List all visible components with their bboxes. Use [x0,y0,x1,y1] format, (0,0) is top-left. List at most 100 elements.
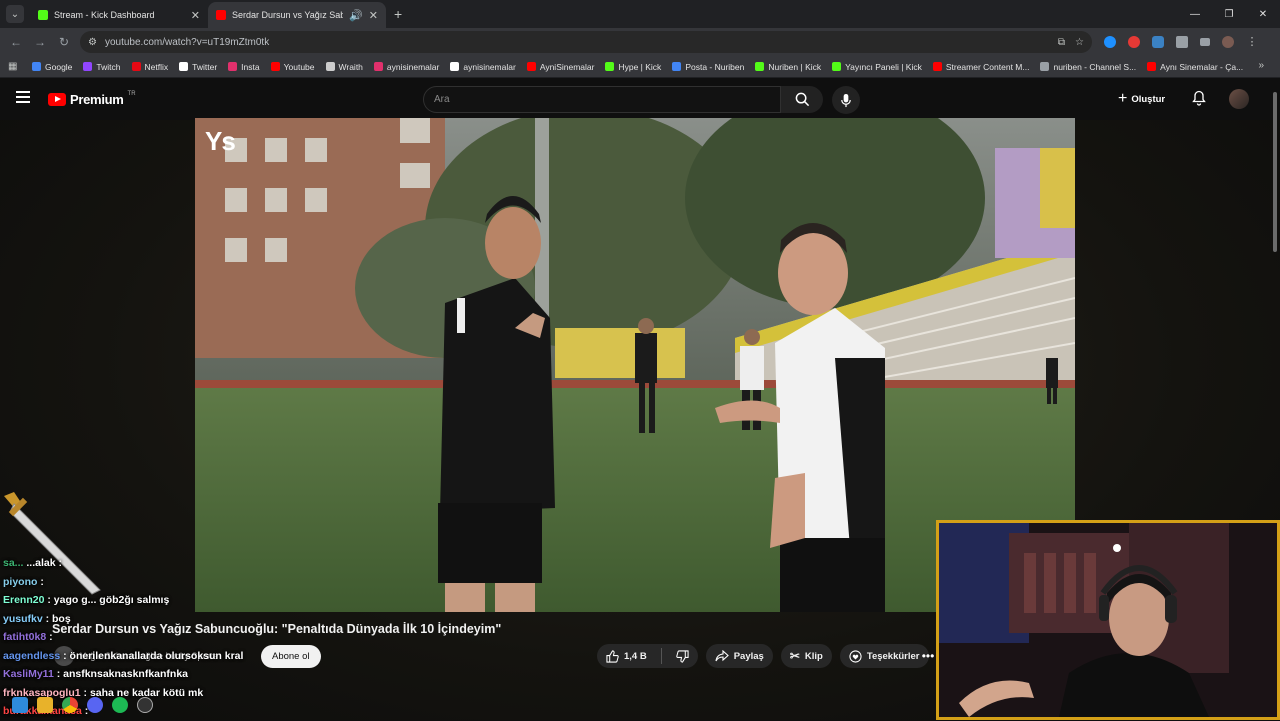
notifications-button[interactable] [1192,90,1206,111]
voice-search-button[interactable] [832,86,860,114]
bookmark-label: Google [45,61,73,72]
forward-button[interactable]: → [28,35,52,49]
bookmark-item[interactable]: Nuriben | Kick [755,62,821,72]
window-controls: — ❐ ✕ [1178,0,1280,28]
bookmark-item[interactable]: aynisinemalar [373,62,439,72]
like-button[interactable]: 1,4 B [597,644,656,668]
microphone-icon [841,93,851,107]
bookmark-item[interactable]: Hype | Kick [605,62,661,72]
chat-username[interactable]: fatiht0k8 [3,631,46,643]
bookmark-favicon-icon [932,62,942,71]
new-tab-button[interactable]: + [394,6,402,22]
tab-search-button[interactable]: ⌄ [6,5,24,23]
bookmark-item[interactable]: Twitch [83,62,121,72]
tab-kick-dashboard[interactable]: Stream - Kick Dashboard ✕ [30,2,208,28]
bookmark-item[interactable]: AyniSinemalar [526,61,595,72]
chat-username[interactable]: sa... [3,557,23,569]
search-icon [795,92,809,107]
taskbar [0,693,230,717]
bookmark-item[interactable]: Streamer Content M... [932,62,1029,72]
minimize-button[interactable]: — [1178,0,1212,28]
maximize-button[interactable]: ❐ [1212,0,1246,28]
share-button[interactable]: Paylaş [705,644,773,668]
search-button[interactable] [781,86,823,113]
chat-message: KasliMy11 : ansfknsaknasknfkanfnka [3,665,303,684]
youtube-premium-logo[interactable]: Premium TR [48,90,136,107]
bookmark-favicon-icon [526,62,536,71]
cast-icon[interactable]: ⧉ [1058,37,1065,48]
chat-text: : [49,631,53,643]
bookmark-favicon-icon [605,62,615,71]
site-info-icon[interactable]: ⚙ [88,37,97,48]
back-button[interactable]: ← [4,35,28,49]
menu-icon[interactable] [16,91,30,103]
scissors-icon: ✂ [789,649,800,663]
youtube-favicon-icon [216,10,226,20]
browser-tabstrip: ⌄ Stream - Kick Dashboard ✕ Serdar Dursu… [0,0,1280,28]
like-count: 1,4 B [624,650,647,662]
profile-icon[interactable] [1222,36,1234,48]
bookmark-favicon-icon [1147,62,1157,71]
tab-youtube-video[interactable]: Serdar Dursun vs Yağız Sab 🔊 ✕ [208,2,386,28]
reload-button[interactable]: ↻ [52,35,76,49]
chat-username[interactable]: yusufkv [3,613,43,625]
dislike-button[interactable] [667,644,698,668]
search-input[interactable]: Ara [423,86,781,113]
close-icon[interactable]: ✕ [191,9,200,22]
bookmark-label: AyniSinemalar [539,61,595,72]
chat-text: : ansfknsaknasknfkanfnka [56,668,189,680]
bookmark-label: Youtube [283,61,315,72]
bookmark-item[interactable]: Wraith [325,61,363,72]
country-code: TR [127,90,136,97]
bookmark-label: Wraith [338,61,363,72]
chrome-icon[interactable] [62,697,78,713]
media-list-icon[interactable] [1200,38,1210,46]
bookmark-item[interactable]: Posta - Nuriben [672,62,744,72]
bookmark-item[interactable]: Insta [228,61,260,72]
shield-icon[interactable] [1152,36,1164,48]
chat-username[interactable]: KasliMy11 [3,668,54,680]
thumbs-down-icon [676,649,689,663]
more-actions-icon[interactable]: ••• [918,646,938,666]
bookmark-item[interactable]: aynisinemalar [450,61,516,72]
bookmark-label: Netflix [144,61,169,72]
more-bookmarks-icon[interactable]: » [1258,60,1264,71]
bookmark-item[interactable]: Yayıncı Paneli | Kick [832,62,922,72]
obs-icon[interactable] [137,697,153,713]
chat-message: piyono : [3,573,303,592]
close-icon[interactable]: ✕ [369,9,378,22]
file-explorer-icon[interactable] [37,697,53,713]
chat-username[interactable]: piyono [3,576,37,588]
extension-icon[interactable] [1128,36,1140,48]
bookmark-item[interactable]: Twitter [179,62,217,72]
bookmark-label: aynisinemalar [463,61,516,72]
create-button[interactable]: + Oluştur [1118,89,1165,109]
video-actions: 1,4 B Paylaş ✂ Klip Teşekkürler [597,644,929,668]
clip-button[interactable]: ✂ Klip [780,644,832,668]
puzzle-icon[interactable] [1176,36,1188,48]
bookmark-item[interactable]: Aynı Sinemalar - Ça... [1147,62,1243,72]
address-bar[interactable]: ⚙ youtube.com/watch?v=uT19mZtm0tk ⧉ ☆ [80,31,1092,53]
close-window-button[interactable]: ✕ [1246,0,1280,28]
tab-title: Stream - Kick Dashboard [54,10,155,20]
bookmark-label: Insta [241,61,260,72]
bookmark-favicon-icon [373,62,383,71]
thanks-button[interactable]: Teşekkürler [839,644,929,668]
bookmark-item[interactable]: nuriben - Channel S... [1040,62,1136,72]
windows-start-icon[interactable] [12,697,28,713]
chat-username[interactable]: aagendless [3,650,60,662]
bookmark-item[interactable]: Google [32,62,72,72]
spotify-icon[interactable] [112,697,128,713]
discord-icon[interactable] [87,697,103,713]
bookmark-item[interactable]: Youtube [270,61,315,72]
apps-grid-icon[interactable]: ▦ [8,61,22,72]
bookmark-item[interactable]: Netflix [131,61,169,72]
audio-icon[interactable]: 🔊 [349,9,363,22]
bookmark-star-icon[interactable]: ☆ [1075,37,1084,48]
avatar[interactable] [1229,89,1249,109]
chat-username[interactable]: Erenn20 [3,594,44,606]
bookmark-favicon-icon [1040,62,1050,71]
chat-text: : [40,575,44,588]
menu-dots-icon[interactable]: ⋮ [1246,36,1258,48]
extension-icon[interactable] [1104,36,1116,48]
